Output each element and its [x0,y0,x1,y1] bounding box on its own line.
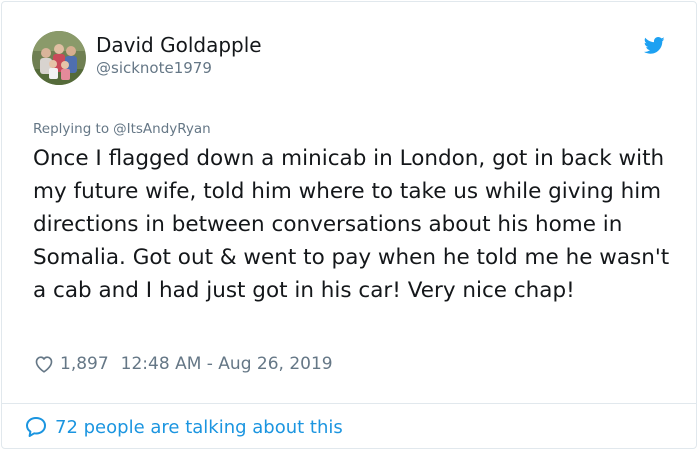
conversation-count-label[interactable]: 72 people are talking about this [55,417,343,438]
heart-icon[interactable] [33,353,55,375]
speech-bubble-icon [24,415,48,439]
author-display-name[interactable]: David Goldapple [96,33,262,57]
like-count[interactable]: 1,897 [60,354,109,374]
replying-to-prefix: Replying to [33,121,110,137]
replying-to-handle[interactable]: @ItsAndyRyan [113,121,211,137]
family-photo-avatar-image [32,31,86,85]
tweet-text: Once I flagged down a minicab in London,… [33,146,670,303]
conversation-link[interactable]: 72 people are talking about this [24,414,343,440]
tweet-meta: 1,897 12:48 AM - Aug 26, 2019 [33,351,333,377]
replying-to-line: Replying to @ItsAndyRyan [33,121,211,137]
tweet-timestamp[interactable]: 12:48 AM - Aug 26, 2019 [121,354,333,374]
twitter-bird-icon[interactable] [642,35,667,56]
avatar[interactable] [32,31,86,85]
footer-divider [1,403,697,404]
author-handle[interactable]: @sicknote1979 [96,59,212,77]
